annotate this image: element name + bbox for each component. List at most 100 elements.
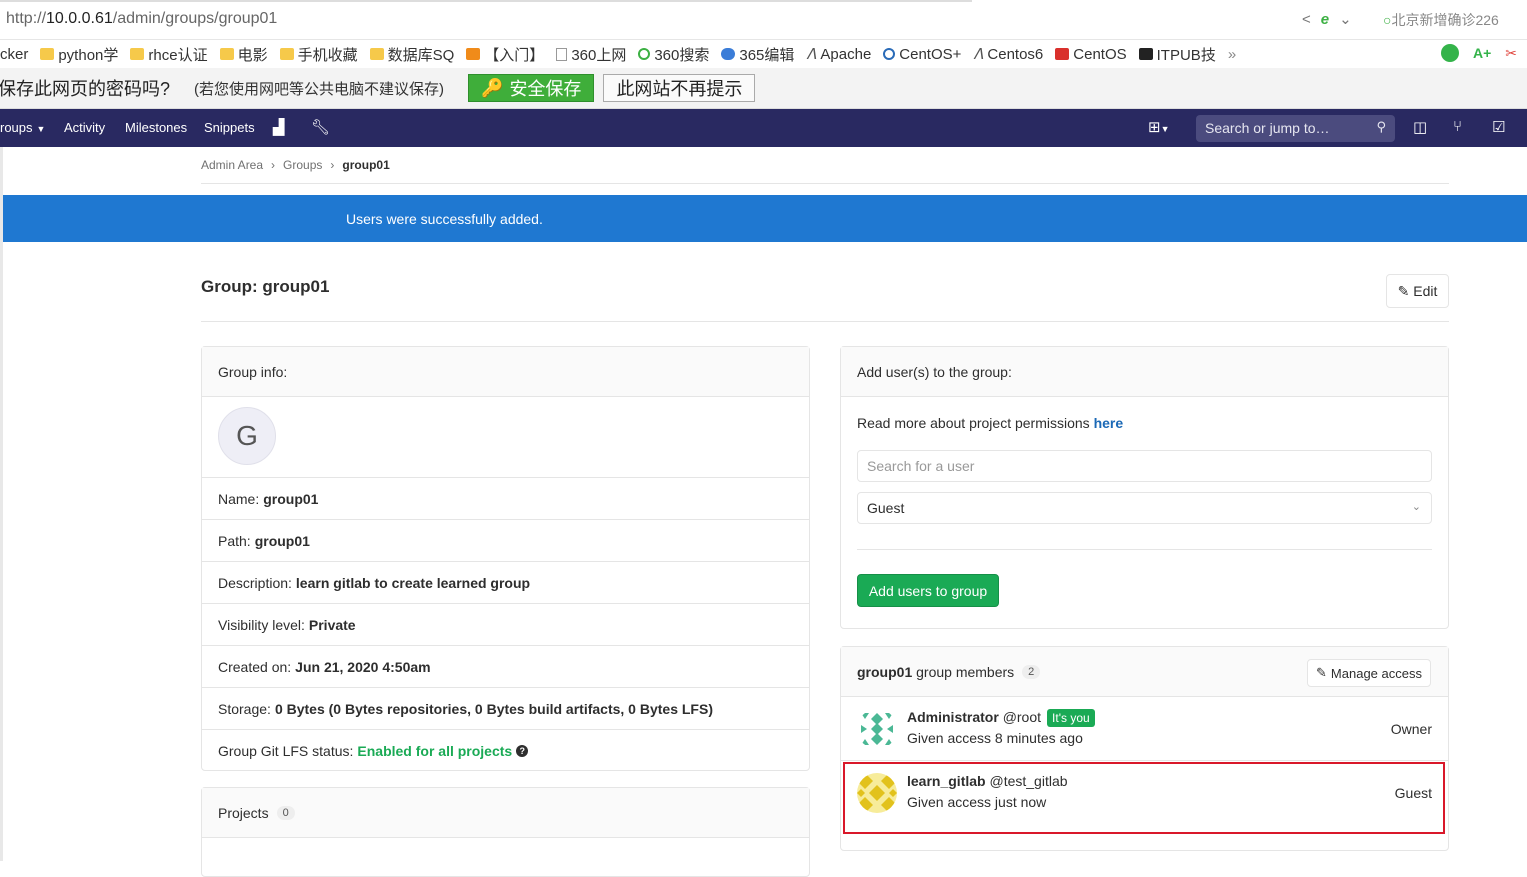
edit-button[interactable]: ✎ Edit (1386, 274, 1449, 308)
flash-message: Users were successfully added. (346, 211, 543, 227)
divider (857, 549, 1432, 550)
question-circle-icon[interactable]: ? (516, 745, 529, 757)
never-save-button[interactable]: 此网站不再提示 (603, 74, 756, 102)
breadcrumb-groups[interactable]: Groups (283, 158, 322, 172)
url-text[interactable]: http://10.0.0.61/admin/groups/group01 (6, 10, 277, 28)
extension-green-icon[interactable] (1440, 44, 1459, 62)
save-password-button[interactable]: 🔑 安全保存 (468, 74, 595, 102)
page-title: Group: group01 (201, 277, 330, 296)
plus-square-icon[interactable]: ⊞▼ (1148, 118, 1170, 136)
its-you-badge: It's you (1047, 709, 1095, 727)
chart-icon[interactable]: ▟ (273, 118, 285, 136)
nav-groups-label: roups (0, 120, 33, 135)
edit-icon: ✎ (1316, 665, 1327, 680)
member-access-time: Given access 8 minutes ago (907, 730, 1083, 746)
projects-title: Projects (218, 804, 269, 821)
user-search-placeholder: Search for a user (867, 458, 975, 474)
key-icon: 🔑 (481, 77, 504, 98)
flash-notice[interactable]: Users were successfully added. (3, 195, 1527, 242)
chevron-right-icon: › (330, 158, 335, 172)
bookmark-item[interactable]: cker (0, 46, 40, 63)
info-label: Visibility level: (218, 616, 305, 633)
info-label: Group Git LFS status: (218, 743, 354, 759)
info-description: Description: learn gitlab to create learn… (202, 562, 809, 604)
bookmark-item[interactable]: 360上网 (556, 44, 638, 65)
bookmark-item[interactable]: CentOS (1055, 46, 1138, 63)
avatar[interactable] (857, 709, 897, 749)
group-avatar: G (218, 407, 276, 465)
bookmark-item[interactable]: 数据库SQ (369, 44, 467, 65)
wrench-icon[interactable]: 🔧︎ (311, 118, 330, 136)
info-value: group01 (263, 490, 319, 507)
permissions-link[interactable]: here (1094, 415, 1124, 431)
lfs-status: Enabled for all projects (357, 743, 513, 759)
save-password-question: 保存此网页的密码吗? (0, 79, 171, 99)
issues-icon[interactable]: ◫ (1413, 118, 1427, 136)
bookmark-item[interactable]: rhce认证 (130, 44, 219, 65)
save-password-label: 安全保存 (509, 79, 582, 99)
breadcrumb-current[interactable]: group01 (342, 158, 389, 172)
chevron-down-icon[interactable]: ⌄ (1339, 10, 1352, 28)
bookmark-label: Centos6 (987, 45, 1044, 63)
manage-access-button[interactable]: ✎ Manage access (1307, 659, 1431, 687)
blue-site-icon (721, 48, 736, 60)
share-icon[interactable]: < (1302, 11, 1311, 28)
nav-milestones[interactable]: Milestones (125, 120, 187, 135)
translate-icon[interactable]: A+ (1473, 45, 1491, 61)
bookmark-label: 【入门】 (484, 46, 545, 64)
search-suggestion[interactable]: ○北京新增确诊226 (1383, 10, 1527, 30)
info-value: Private (308, 616, 356, 633)
chevron-right-icon: › (271, 158, 276, 172)
bookmark-label: 手机收藏 (297, 46, 358, 64)
red-c-icon (1055, 48, 1070, 60)
bookmark-item[interactable]: ITPUB技 (1138, 44, 1228, 65)
todo-icon[interactable]: ☑ (1492, 118, 1505, 136)
chevron-down-icon: ▼ (36, 124, 46, 134)
url-path: /admin/groups/group01 (112, 10, 278, 27)
bookmark-item[interactable]: 𝛬 Centos6 (973, 46, 1055, 63)
nav-activity[interactable]: Activity (64, 120, 105, 135)
search-input[interactable]: Search or jump to… ⚲ (1196, 115, 1395, 142)
bookmark-label: 数据库SQ (387, 46, 455, 64)
orange-site-icon (466, 48, 481, 60)
user-search-input[interactable]: Search for a user (857, 450, 1432, 482)
member-name-link[interactable]: Administrator (907, 709, 999, 725)
bookmark-label: CentOS+ (899, 45, 962, 63)
merge-request-icon[interactable]: ⑂ (1453, 118, 1462, 135)
add-users-button[interactable]: Add users to group (857, 574, 999, 607)
divider (201, 321, 1449, 322)
bookmark-item[interactable]: 手机收藏 (279, 44, 370, 65)
breadcrumb: Admin Area › Groups › group01 (201, 158, 390, 172)
address-bar-actions: < e ⌄ (1302, 10, 1352, 29)
browser-extensions: A+ ✂ (1440, 44, 1517, 62)
info-label: Name: (218, 490, 260, 507)
info-lfs: Group Git LFS status: Enabled for all pro… (202, 730, 809, 772)
nav-groups[interactable]: roups ▼ (0, 120, 45, 135)
bookmark-item[interactable]: 𝛬 Apache (806, 46, 883, 63)
info-value: Jun 21, 2020 4:50am (295, 658, 431, 675)
breadcrumb-admin-area[interactable]: Admin Area (201, 158, 263, 172)
bookmarks-more[interactable]: » (1228, 46, 1248, 63)
bookmark-item[interactable]: CentOS+ (883, 46, 973, 63)
role-select[interactable]: Guest ⌄ (857, 492, 1432, 524)
loading-bar (0, 0, 972, 2)
members-count-badge: 2 (1022, 664, 1041, 679)
scissors-icon[interactable]: ✂ (1505, 45, 1517, 62)
bookmark-item[interactable]: 【入门】 (466, 44, 556, 65)
add-users-title: Add user(s) to the group: (857, 363, 1012, 380)
bookmark-item[interactable]: python学 (40, 44, 130, 65)
centos-icon (883, 48, 896, 60)
bookmark-item[interactable]: 电影 (219, 44, 280, 65)
save-password-bar: 保存此网页的密码吗? (若您使用网吧等公共电脑不建议保存) 🔑 安全保存 此网站不… (0, 68, 1527, 109)
bookmark-item[interactable]: 365编辑 (721, 44, 806, 65)
info-label: Description: (218, 574, 292, 591)
itpub-icon (1138, 48, 1153, 60)
info-visibility: Visibility level: Private (202, 604, 809, 646)
bookmark-item[interactable]: 360搜索 (638, 44, 721, 65)
ie-mode-icon[interactable]: e (1321, 11, 1329, 28)
search-suggestion-text: 北京新增确诊226 (1391, 12, 1499, 28)
group-info-header: Group info: (202, 347, 809, 397)
add-users-panel: Add user(s) to the group: Read more abou… (840, 346, 1449, 629)
nav-snippets[interactable]: Snippets (204, 120, 255, 135)
browser-address-bar[interactable]: http://10.0.0.61/admin/groups/group01 < … (0, 0, 1527, 40)
